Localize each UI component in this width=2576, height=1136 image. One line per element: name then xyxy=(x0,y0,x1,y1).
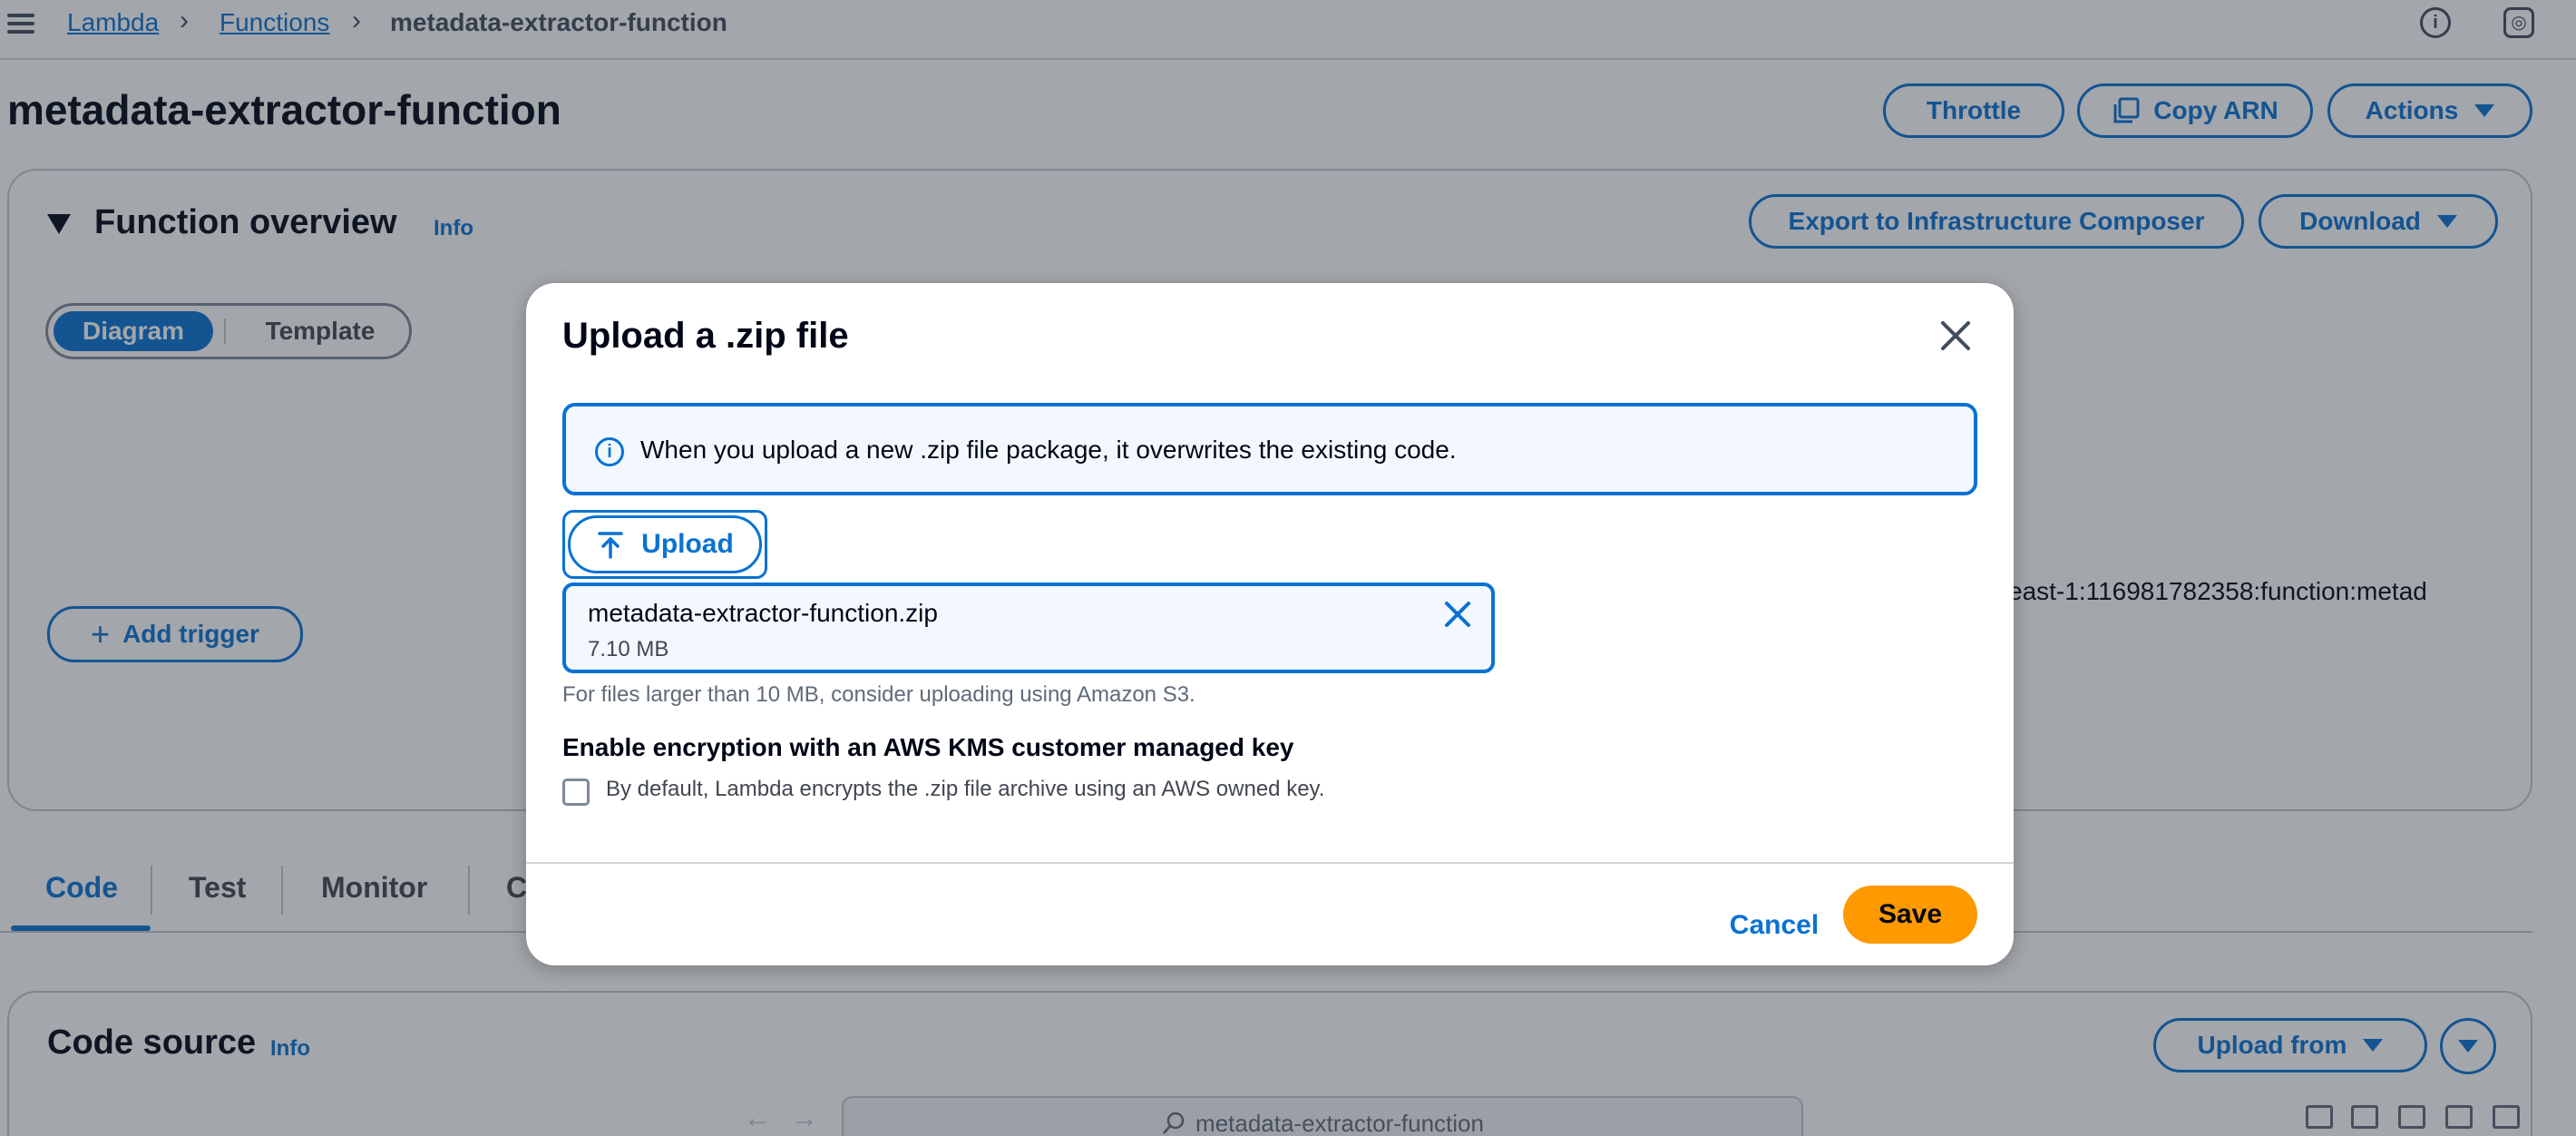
file-size: 7.10 MB xyxy=(588,637,669,661)
upload-arrow-icon xyxy=(598,532,623,559)
alert-text: When you upload a new .zip file package,… xyxy=(640,436,1457,464)
info-alert: i When you upload a new .zip file packag… xyxy=(562,403,1977,495)
upload-zip-modal: Upload a .zip file i When you upload a n… xyxy=(526,283,2014,965)
remove-file-icon[interactable] xyxy=(1442,599,1473,630)
modal-title: Upload a .zip file xyxy=(562,316,849,356)
close-icon[interactable] xyxy=(1936,316,1976,356)
upload-focus-ring: Upload xyxy=(562,510,767,579)
save-button[interactable]: Save xyxy=(1843,886,1977,944)
modal-footer-divider xyxy=(526,862,2014,864)
upload-button[interactable]: Upload xyxy=(568,515,762,573)
selected-file-token: metadata-extractor-function.zip 7.10 MB xyxy=(562,583,1495,673)
kms-encryption-label: Enable encryption with an AWS KMS custom… xyxy=(562,733,1294,761)
info-circle-icon: i xyxy=(595,437,624,466)
upload-label: Upload xyxy=(641,529,734,559)
kms-encryption-checkbox[interactable] xyxy=(562,779,590,806)
kms-encryption-description: By default, Lambda encrypts the .zip fil… xyxy=(606,777,1325,801)
file-name: metadata-extractor-function.zip xyxy=(588,599,938,627)
file-size-constraint: For files larger than 10 MB, consider up… xyxy=(562,682,1195,707)
cancel-button[interactable]: Cancel xyxy=(1702,898,1847,953)
